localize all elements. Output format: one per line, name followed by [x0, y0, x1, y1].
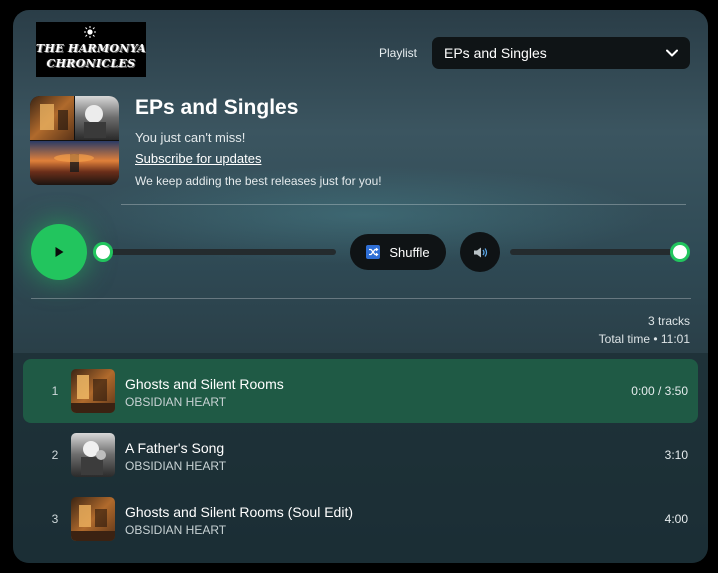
playlist-cover-art [30, 96, 119, 185]
playlist-subtitle: You just can't miss! [135, 130, 246, 145]
track-artist: OBSIDIAN HEART [125, 523, 227, 537]
logo-line-1: THE HARMONYA [36, 42, 146, 55]
track-duration: 4:00 [664, 512, 688, 526]
volume-icon [473, 247, 487, 257]
track-number: 3 [51, 512, 59, 526]
track-thumbnail [71, 497, 115, 541]
player-card: THE HARMONYA CHRONICLES Playlist EPs and… [13, 10, 708, 563]
sun-icon [84, 26, 96, 38]
track-title: Ghosts and Silent Rooms [125, 376, 284, 392]
track-artist: OBSIDIAN HEART [125, 395, 227, 409]
header-divider [121, 204, 686, 205]
track-row[interactable]: 2 A Father's Song OBSIDIAN HEART 3:10 [23, 423, 698, 487]
track-artist: OBSIDIAN HEART [125, 459, 227, 473]
track-thumbnail [71, 433, 115, 477]
playlist-select-value: EPs and Singles [444, 45, 547, 61]
progress-track[interactable] [103, 249, 336, 255]
track-row[interactable]: 3 Ghosts and Silent Rooms (Soul Edit) OB… [23, 487, 698, 551]
volume-button[interactable] [460, 232, 500, 272]
track-title: Ghosts and Silent Rooms (Soul Edit) [125, 504, 353, 520]
track-title: A Father's Song [125, 440, 225, 456]
chevron-down-icon [666, 49, 678, 57]
track-number: 1 [51, 384, 59, 398]
track-row[interactable]: 1 Ghosts and Silent Rooms OBSIDIAN HEART… [23, 359, 698, 423]
volume-thumb[interactable] [670, 242, 690, 262]
total-time: Total time • 11:01 [598, 332, 690, 346]
subscribe-link[interactable]: Subscribe for updates [135, 151, 261, 166]
track-number: 2 [51, 448, 59, 462]
track-list: 1 Ghosts and Silent Rooms OBSIDIAN HEART… [13, 353, 708, 563]
track-duration: 0:00 / 3:50 [631, 384, 688, 398]
logo: THE HARMONYA CHRONICLES [36, 22, 146, 77]
volume-track[interactable] [510, 249, 680, 255]
track-count: 3 tracks [647, 314, 690, 328]
playlist-tagline: We keep adding the best releases just fo… [135, 174, 382, 188]
playlist-cover [30, 96, 119, 185]
play-button[interactable] [31, 224, 87, 280]
play-icon [55, 247, 64, 257]
shuffle-button[interactable]: Shuffle [350, 234, 446, 270]
progress-thumb[interactable] [93, 242, 113, 262]
logo-line-2: CHRONICLES [46, 57, 136, 70]
playlist-title: EPs and Singles [135, 96, 299, 119]
playlist-label: Playlist [379, 46, 418, 60]
track-duration: 3:10 [664, 448, 688, 462]
controls-divider [31, 298, 691, 299]
shuffle-label: Shuffle [389, 244, 430, 260]
shuffle-icon [366, 245, 381, 259]
track-thumbnail [71, 369, 115, 413]
playlist-select[interactable]: EPs and Singles [432, 37, 690, 69]
